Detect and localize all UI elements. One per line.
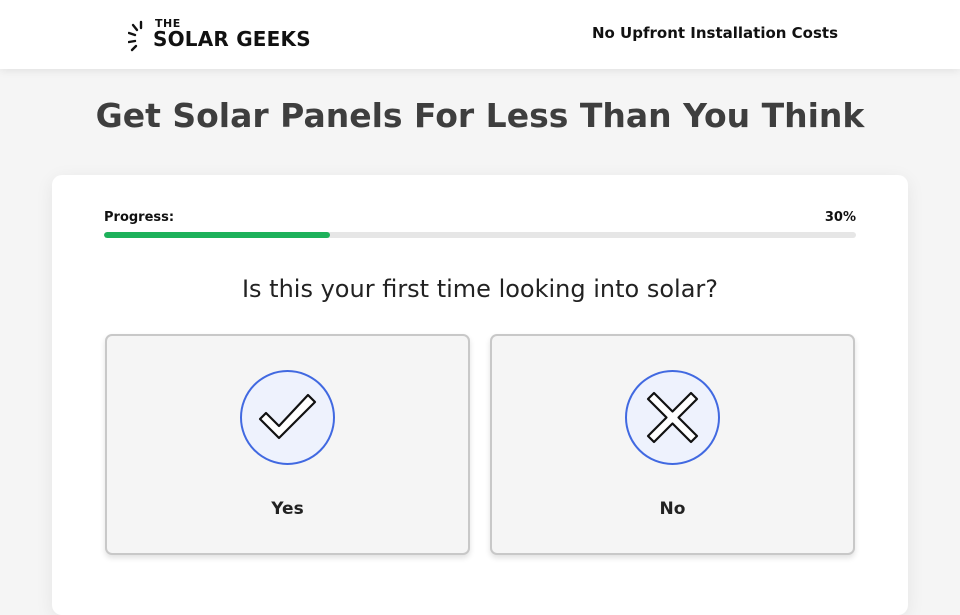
progress-bar xyxy=(104,232,856,238)
option-yes-icon-circle xyxy=(240,370,335,465)
solar-geeks-logo[interactable]: THE SOLAR GEEKS xyxy=(128,16,338,56)
option-no-label: No xyxy=(659,499,686,519)
site-header: THE SOLAR GEEKS No Upfront Installation … xyxy=(0,0,960,69)
option-no-icon-circle xyxy=(625,370,720,465)
progress-percent: 30% xyxy=(824,210,856,225)
progress-bar-fill xyxy=(104,232,330,238)
option-yes-button[interactable]: Yes xyxy=(105,334,470,555)
checkmark-icon xyxy=(258,393,317,440)
x-icon xyxy=(646,391,699,444)
bottom-note-cutoff xyxy=(382,592,582,606)
sun-rays-icon xyxy=(128,20,143,52)
logo-main-text: SOLAR GEEKS xyxy=(153,27,311,51)
option-yes-label: Yes xyxy=(271,499,304,519)
quiz-card: Progress: 30% Is this your first time lo… xyxy=(52,175,908,615)
option-no-button[interactable]: No xyxy=(490,334,855,555)
progress-label: Progress: xyxy=(104,210,175,225)
question-text: Is this your first time looking into sol… xyxy=(241,275,719,303)
page-headline: Get Solar Panels For Less Than You Think xyxy=(95,96,865,135)
header-tagline: No Upfront Installation Costs xyxy=(591,24,839,42)
